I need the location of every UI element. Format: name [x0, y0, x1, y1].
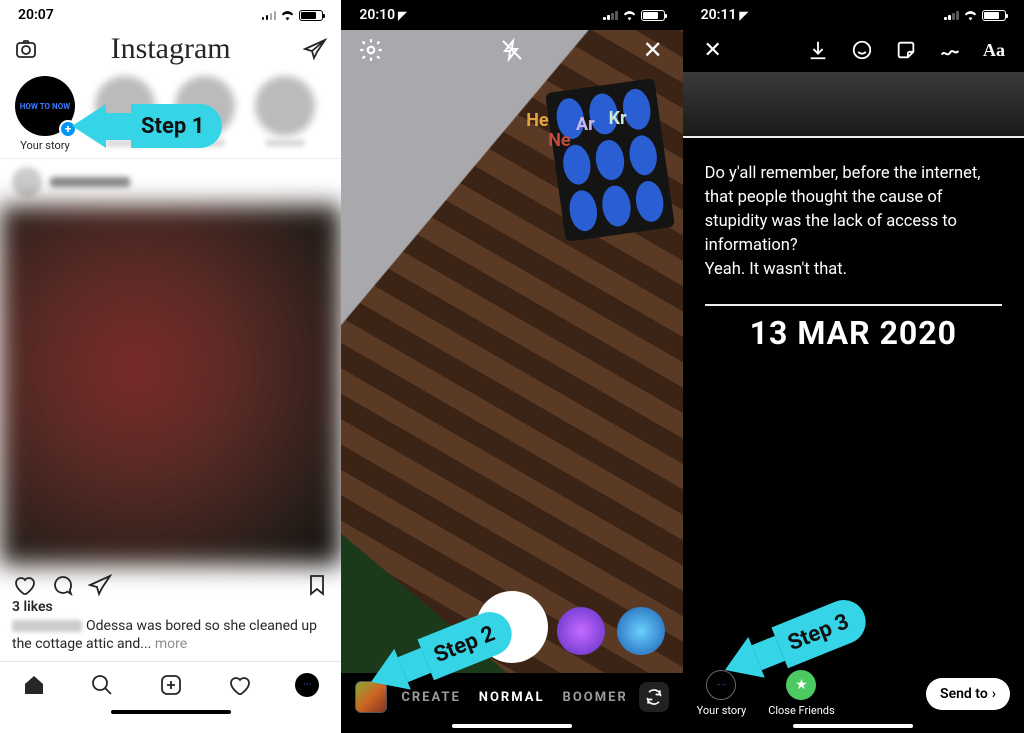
battery-icon [982, 10, 1006, 21]
your-story-avatar[interactable]: HOW TO NOW + [15, 76, 75, 136]
search-tab-icon[interactable] [90, 673, 114, 697]
camera-icon[interactable] [14, 37, 38, 61]
your-story-button[interactable]: — — Your story [697, 670, 747, 717]
save-icon[interactable] [305, 573, 329, 597]
tab-bar: • • • [0, 661, 341, 707]
ig-header: Instagram [0, 30, 341, 70]
instagram-feed-screen: 20:07 Instagram HOW TO NOW + Your story [0, 0, 341, 733]
wifi-icon [963, 10, 978, 21]
effects-icon[interactable] [850, 38, 874, 62]
likes-count[interactable]: 3 likes [0, 599, 341, 615]
gallery-button[interactable] [355, 681, 387, 713]
close-icon[interactable]: ✕ [639, 36, 667, 64]
post-actions [0, 565, 341, 599]
cellular-icon [262, 10, 277, 20]
close-friends-icon: ★ [786, 670, 816, 700]
chevron-right-icon: › [992, 686, 996, 702]
instagram-wordmark: Instagram [111, 32, 231, 66]
story-date[interactable]: 13 MAR 2020 [705, 304, 1002, 352]
flip-camera-icon[interactable] [639, 682, 669, 712]
story-editor-screen: 20:11◤ ✕ Aa Do y'all remember, before th… [683, 0, 1024, 733]
comment-icon[interactable] [50, 573, 74, 597]
add-story-badge[interactable]: + [59, 120, 77, 138]
post-header[interactable] [0, 159, 341, 205]
wifi-icon [622, 10, 637, 21]
sticker-icon[interactable] [894, 38, 918, 62]
story-camera-screen: 20:10◤ ✕ He Ne Ar Kr CREATE [341, 0, 682, 733]
wifi-icon [280, 10, 295, 21]
story-settings-icon[interactable] [357, 36, 385, 64]
status-time: 20:11◤ [701, 7, 748, 23]
camera-viewfinder[interactable]: ✕ He Ne Ar Kr [341, 30, 682, 673]
draw-icon[interactable] [938, 38, 962, 62]
story-item[interactable] [252, 76, 318, 152]
cellular-icon [603, 10, 618, 20]
home-indicator[interactable] [452, 724, 572, 728]
location-icon: ◤ [739, 9, 747, 22]
status-time: 20:10◤ [359, 7, 406, 23]
story-item[interactable] [92, 76, 158, 152]
home-indicator[interactable] [793, 724, 913, 728]
more-link[interactable]: more [155, 636, 187, 652]
status-bar: 20:10◤ [341, 0, 682, 30]
your-story-item[interactable]: HOW TO NOW + Your story [12, 76, 78, 152]
battery-icon [299, 10, 323, 21]
your-story-label: Your story [20, 139, 70, 152]
story-text[interactable]: Do y'all remember, before the internet, … [705, 162, 1002, 282]
camera-modes[interactable]: CREATE NORMAL BOOMER [401, 690, 624, 705]
post-caption[interactable]: Odessa was bored so she cleaned up the c… [0, 615, 341, 661]
download-icon[interactable] [806, 38, 830, 62]
story-top-gradient [683, 72, 1024, 136]
status-right [262, 10, 324, 21]
story-canvas[interactable]: Do y'all remember, before the internet, … [683, 136, 1024, 664]
share-bar: — — Your story ★ Close Friends Send to› [683, 664, 1024, 721]
mode-boomerang[interactable]: BOOMER [563, 690, 625, 705]
profile-tab-icon[interactable]: • • • [295, 673, 319, 697]
cellular-icon [944, 10, 959, 20]
filter-option[interactable] [617, 607, 665, 655]
send-to-button[interactable]: Send to› [926, 678, 1010, 710]
close-icon[interactable]: ✕ [701, 38, 725, 62]
status-time: 20:07 [18, 7, 54, 23]
status-right [944, 10, 1006, 21]
battery-icon [641, 10, 665, 21]
editor-toolbar: ✕ Aa [683, 30, 1024, 72]
filter-option[interactable] [557, 607, 605, 655]
location-icon: ◤ [398, 9, 406, 22]
shutter-button[interactable] [476, 591, 548, 663]
sticker-sheet [545, 78, 675, 242]
new-post-tab-icon[interactable] [159, 673, 183, 697]
your-story-avatar: — — [706, 670, 736, 700]
caption-username[interactable] [12, 620, 82, 632]
home-tab-icon[interactable] [22, 673, 46, 697]
camera-bottom-bar: CREATE NORMAL BOOMER [341, 673, 682, 721]
mode-create[interactable]: CREATE [401, 690, 460, 705]
activity-tab-icon[interactable] [227, 673, 251, 697]
close-friends-button[interactable]: ★ Close Friends [768, 670, 834, 717]
share-icon[interactable] [88, 573, 112, 597]
flash-off-icon[interactable] [498, 36, 526, 64]
status-bar: 20:11◤ [683, 0, 1024, 30]
like-icon[interactable] [12, 573, 36, 597]
direct-message-icon[interactable] [303, 37, 327, 61]
story-item[interactable] [172, 76, 238, 152]
status-right [603, 10, 665, 21]
post-image[interactable] [0, 205, 341, 565]
stories-row[interactable]: HOW TO NOW + Your story [0, 70, 341, 159]
home-indicator[interactable] [111, 710, 231, 714]
status-bar: 20:07 [0, 0, 341, 30]
text-tool-icon[interactable]: Aa [982, 38, 1006, 62]
mode-normal[interactable]: NORMAL [479, 690, 545, 705]
